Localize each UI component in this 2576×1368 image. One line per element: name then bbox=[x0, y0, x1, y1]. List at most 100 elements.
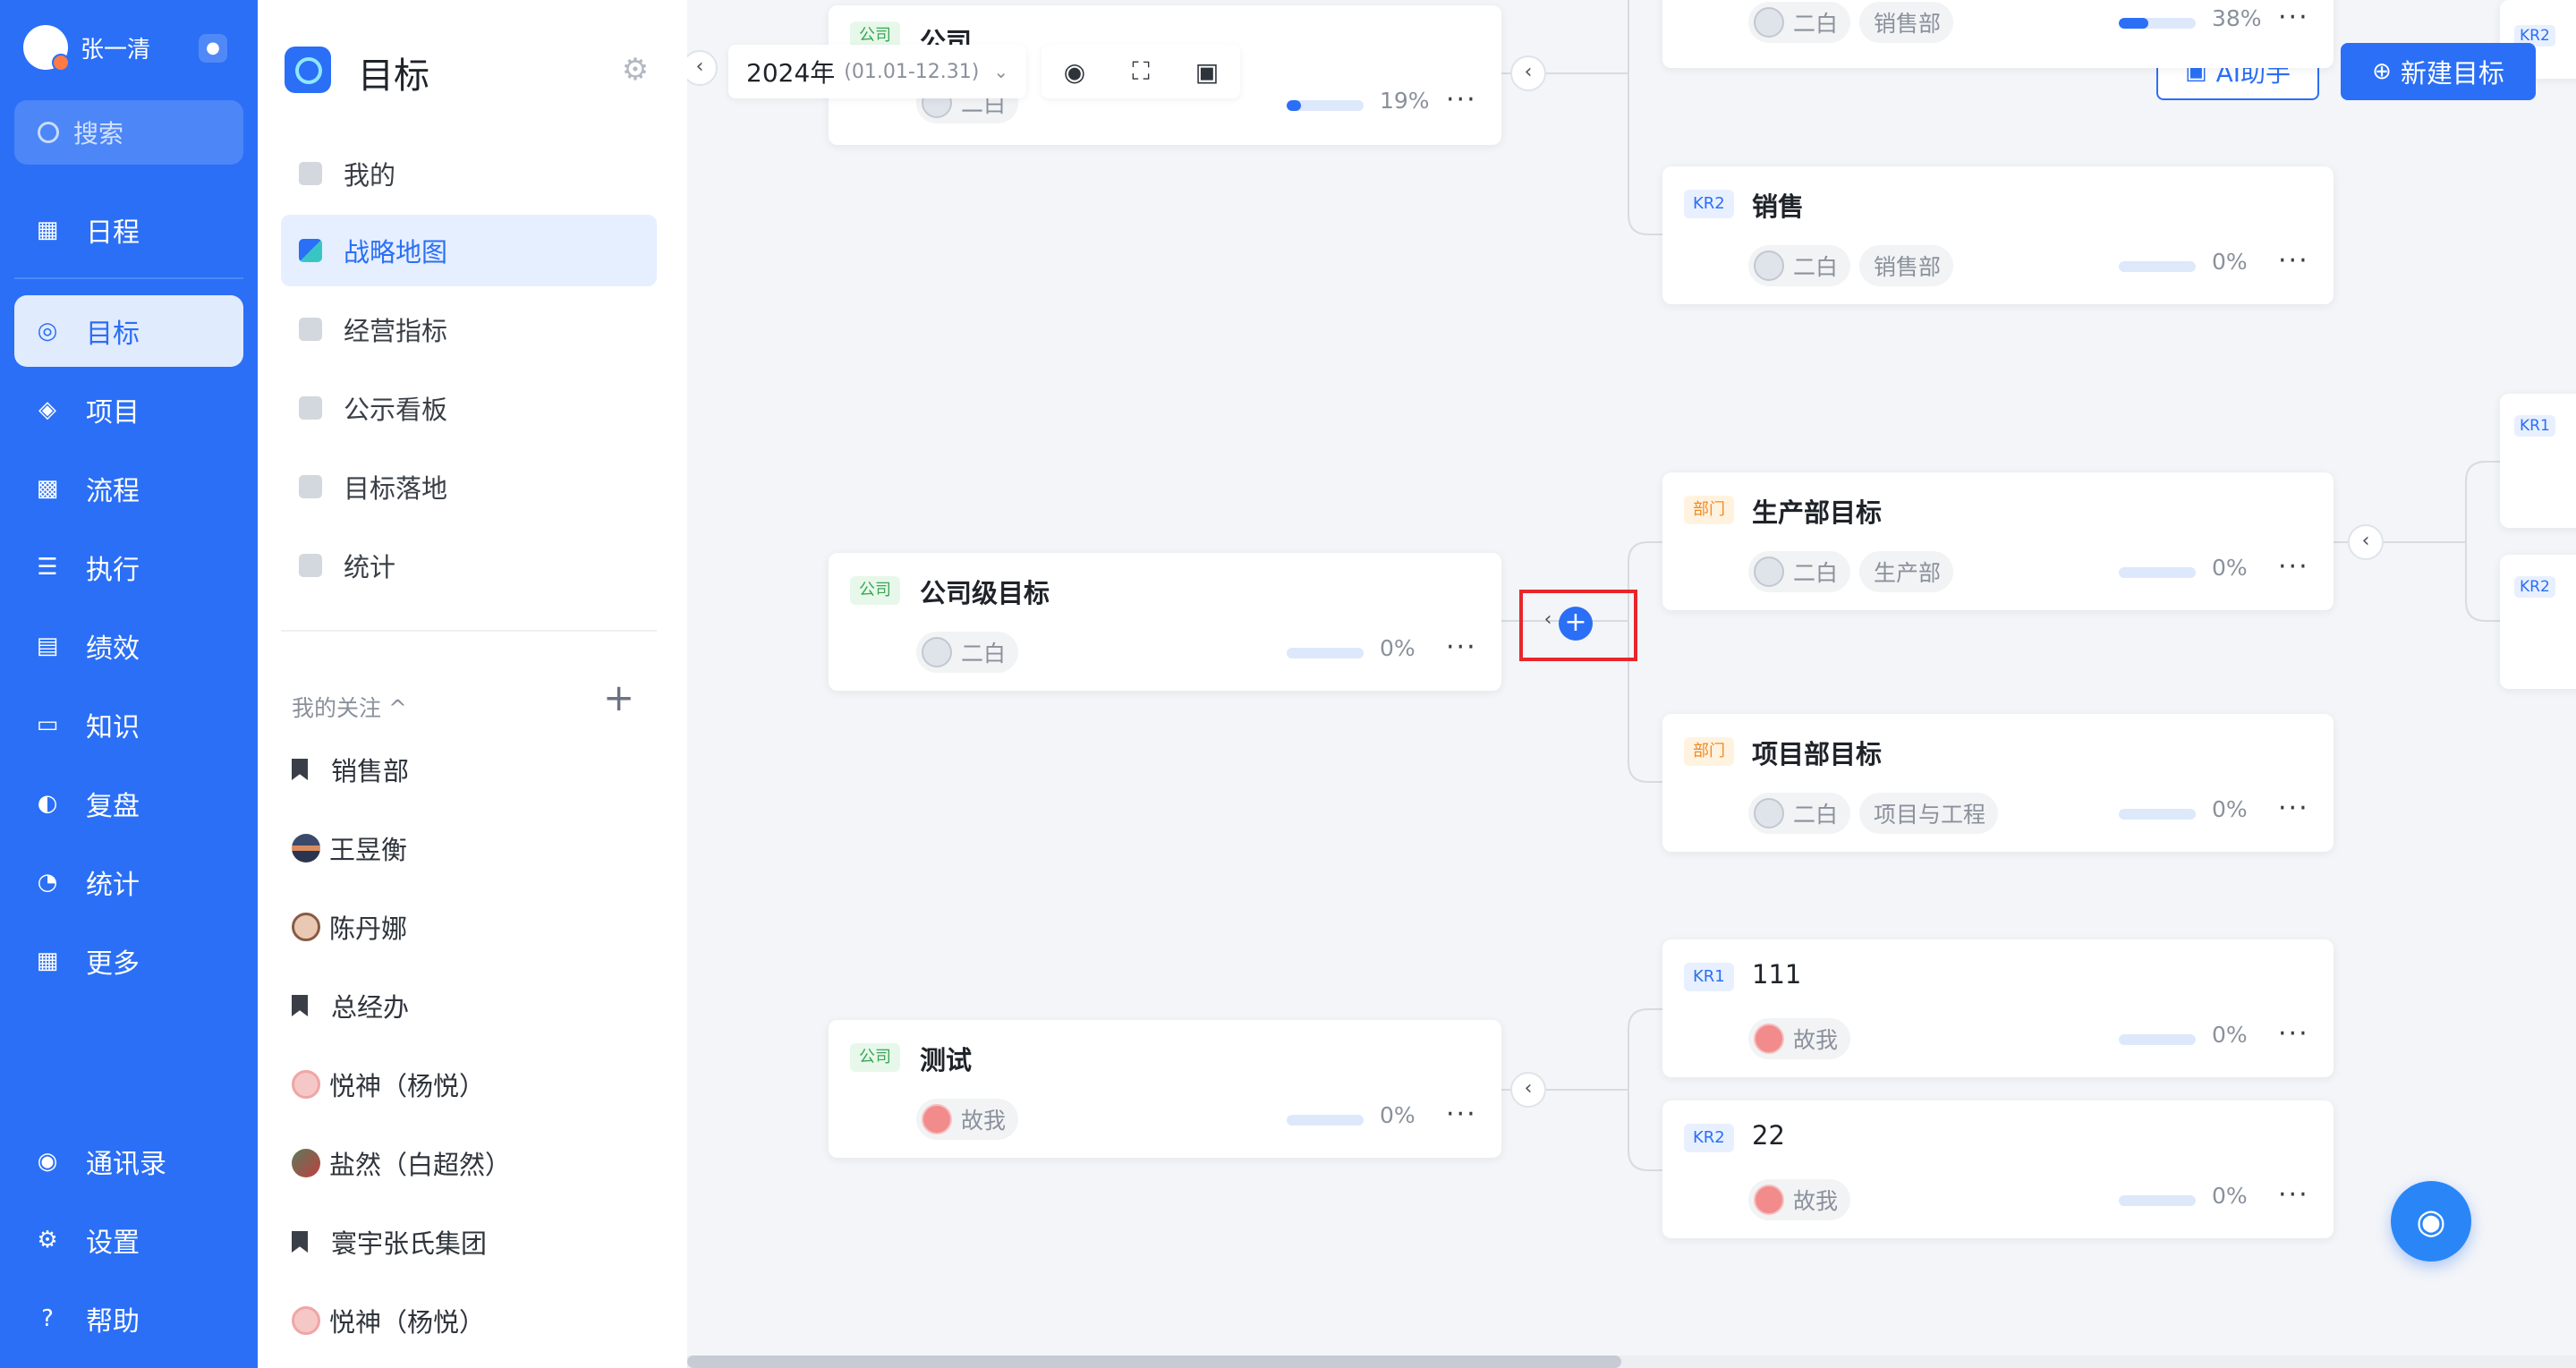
collapse-children-button[interactable]: ‹ bbox=[1510, 1072, 1546, 1108]
nav-item-more[interactable]: ▦ 更多 bbox=[14, 925, 243, 997]
bell-icon[interactable]: ● bbox=[199, 34, 227, 63]
goal-card-kr-sales[interactable]: KR2 销售 二白 销售部 0% ··· bbox=[1662, 166, 2334, 304]
sidebar-item-board[interactable]: 公示看板 bbox=[281, 372, 657, 444]
sidebar-item-label: 战略地图 bbox=[344, 237, 448, 268]
progress-bar bbox=[1287, 1115, 1364, 1126]
board-icon bbox=[299, 396, 322, 420]
more-icon[interactable]: ··· bbox=[2278, 1179, 2309, 1211]
follow-item[interactable]: 王昱衡 bbox=[292, 821, 407, 875]
nav-item-stats[interactable]: ◔ 统计 bbox=[14, 846, 243, 918]
collapse-children-button[interactable]: ‹ bbox=[1510, 55, 1546, 91]
owner-name: 二白 bbox=[1793, 254, 1839, 280]
nav-item-performance[interactable]: ▤ 绩效 bbox=[14, 610, 243, 682]
nav-item-goals[interactable]: ◎ 目标 bbox=[14, 295, 243, 367]
nav-item-execute[interactable]: ☰ 执行 bbox=[14, 531, 243, 603]
progress-text: 0% bbox=[1380, 1102, 1416, 1128]
more-icon[interactable]: ··· bbox=[1446, 632, 1477, 663]
new-goal-button[interactable]: ⊕ 新建目标 bbox=[2341, 43, 2536, 100]
nav-search[interactable]: 搜索 bbox=[14, 100, 243, 165]
follow-item[interactable]: 寰宇张氏集团 bbox=[292, 1215, 487, 1269]
nav-item-schedule[interactable]: ▦ 日程 bbox=[14, 194, 243, 266]
avatar bbox=[292, 834, 320, 862]
dept-chip[interactable]: 销售部 bbox=[1859, 245, 1954, 286]
goal-card-company-level[interactable]: 公司 公司级目标 二白 0% ··· bbox=[829, 553, 1501, 691]
nav-item-projects[interactable]: ◈ 项目 bbox=[14, 374, 243, 446]
more-icon[interactable]: ··· bbox=[2278, 2, 2309, 33]
more-icon[interactable]: ··· bbox=[2278, 1018, 2309, 1049]
lightbulb-icon[interactable]: ◉ bbox=[2391, 1181, 2471, 1262]
nav-item-flow[interactable]: ▩ 流程 bbox=[14, 453, 243, 524]
owner-chip[interactable]: 二白 bbox=[1748, 245, 1851, 286]
nav-item-label: 复盘 bbox=[86, 791, 140, 822]
follow-section-title[interactable]: 我的关注 ^ bbox=[292, 691, 407, 723]
goal-card-kr-top[interactable]: 二白 销售部 38% ··· bbox=[1662, 0, 2334, 68]
follow-item[interactable]: 盐然（白超然） bbox=[292, 1136, 511, 1190]
focus-icon[interactable]: ▣ bbox=[1191, 57, 1223, 87]
follow-label: 寰宇张氏集团 bbox=[331, 1228, 488, 1259]
nav-item-review[interactable]: ◐ 复盘 bbox=[14, 768, 243, 839]
nav-item-label: 绩效 bbox=[86, 633, 140, 665]
calendar-icon: ▦ bbox=[36, 217, 59, 243]
goal-card-partial[interactable]: KR1 bbox=[2500, 394, 2576, 528]
nav-item-settings[interactable]: ⚙ 设置 bbox=[14, 1204, 243, 1276]
follow-item[interactable]: 悦神（杨悦） bbox=[292, 1294, 485, 1347]
goal-title: 测试 bbox=[920, 1045, 973, 1075]
user-avatar[interactable] bbox=[23, 25, 70, 72]
kr-tag: KR1 bbox=[1684, 963, 1734, 991]
horizontal-scrollbar[interactable] bbox=[687, 1355, 2576, 1368]
strategy-map-canvas[interactable]: KR2 KR1 KR2 公司 公司 二白 19% ··· 2024年 (01.0… bbox=[687, 0, 2576, 1368]
nav-item-label: 通讯录 bbox=[86, 1149, 166, 1180]
avatar bbox=[1754, 7, 1784, 38]
owner-chip[interactable]: 故我 bbox=[916, 1099, 1019, 1140]
owner-chip[interactable]: 故我 bbox=[1748, 1179, 1851, 1220]
nav-item-contacts[interactable]: ◉ 通讯录 bbox=[14, 1126, 243, 1197]
nav-item-help[interactable]: ? 帮助 bbox=[14, 1283, 243, 1355]
add-follow-button[interactable]: + bbox=[603, 679, 634, 717]
goal-card-production[interactable]: 部门 生产部目标 二白 生产部 0% ··· bbox=[1662, 472, 2334, 610]
avatar bbox=[1754, 251, 1784, 281]
sidebar-item-mine[interactable]: 我的 bbox=[281, 138, 657, 209]
goal-card-kr-111[interactable]: KR1 111 故我 0% ··· bbox=[1662, 939, 2334, 1077]
nav-item-knowledge[interactable]: ▭ 知识 bbox=[14, 689, 243, 760]
sidebar-item-landing[interactable]: 目标落地 bbox=[281, 451, 657, 523]
dept-chip[interactable]: 销售部 bbox=[1859, 2, 1954, 43]
sidebar-item-stats[interactable]: 统计 bbox=[281, 530, 657, 601]
more-icon[interactable]: ··· bbox=[1446, 1099, 1477, 1130]
goal-card-partial[interactable]: KR2 bbox=[2500, 555, 2576, 689]
owner-chip[interactable]: 二白 bbox=[916, 632, 1019, 673]
grid-icon: ▦ bbox=[36, 947, 59, 974]
goal-card-kr-22[interactable]: KR2 22 故我 0% ··· bbox=[1662, 1100, 2334, 1238]
plus-circle-icon: ⊕ bbox=[2372, 58, 2392, 85]
gear-icon[interactable]: ⚙ bbox=[619, 54, 651, 86]
follow-item[interactable]: 陈丹娜 bbox=[292, 900, 407, 954]
sidebar-item-strategy-map[interactable]: 战略地图 bbox=[281, 215, 657, 286]
more-icon[interactable]: ··· bbox=[2278, 793, 2309, 824]
follow-label: 销售部 bbox=[331, 756, 410, 786]
progress-text: 0% bbox=[2212, 249, 2248, 275]
goal-card-project-dept[interactable]: 部门 项目部目标 二白 项目与工程 0% ··· bbox=[1662, 714, 2334, 852]
user-profile[interactable]: 张一清 bbox=[23, 25, 150, 72]
target-icon: ◎ bbox=[37, 318, 58, 344]
scrollbar-thumb[interactable] bbox=[687, 1355, 1621, 1368]
fullscreen-icon[interactable]: ⛶ bbox=[1125, 56, 1157, 87]
goal-card-test[interactable]: 公司 测试 故我 0% ··· bbox=[829, 1020, 1501, 1158]
collapse-children-button[interactable]: ‹ bbox=[2348, 524, 2384, 560]
palette-icon[interactable]: ◉ bbox=[1058, 57, 1091, 87]
owner-chip[interactable]: 二白 bbox=[1748, 2, 1851, 43]
highlight-box bbox=[1519, 590, 1637, 661]
dept-name: 生产部 bbox=[1874, 560, 1942, 586]
follow-item[interactable]: 悦神（杨悦） bbox=[292, 1058, 485, 1111]
dept-chip[interactable]: 项目与工程 bbox=[1859, 793, 1999, 834]
owner-chip[interactable]: 二白 bbox=[1748, 551, 1851, 592]
more-icon[interactable]: ··· bbox=[2278, 551, 2309, 582]
owner-chip[interactable]: 二白 bbox=[1748, 793, 1851, 834]
follow-item[interactable]: 销售部 bbox=[292, 743, 409, 796]
dept-chip[interactable]: 生产部 bbox=[1859, 551, 1954, 592]
more-icon[interactable]: ··· bbox=[1446, 84, 1477, 115]
sidebar-item-kpi[interactable]: 经营指标 bbox=[281, 293, 657, 365]
more-icon[interactable]: ··· bbox=[2278, 245, 2309, 276]
owner-chip[interactable]: 故我 bbox=[1748, 1018, 1851, 1059]
nav-item-label: 知识 bbox=[86, 712, 140, 743]
year-selector[interactable]: 2024年 (01.01-12.31) ⌄ bbox=[728, 45, 1027, 98]
follow-item[interactable]: 总经办 bbox=[292, 979, 409, 1032]
